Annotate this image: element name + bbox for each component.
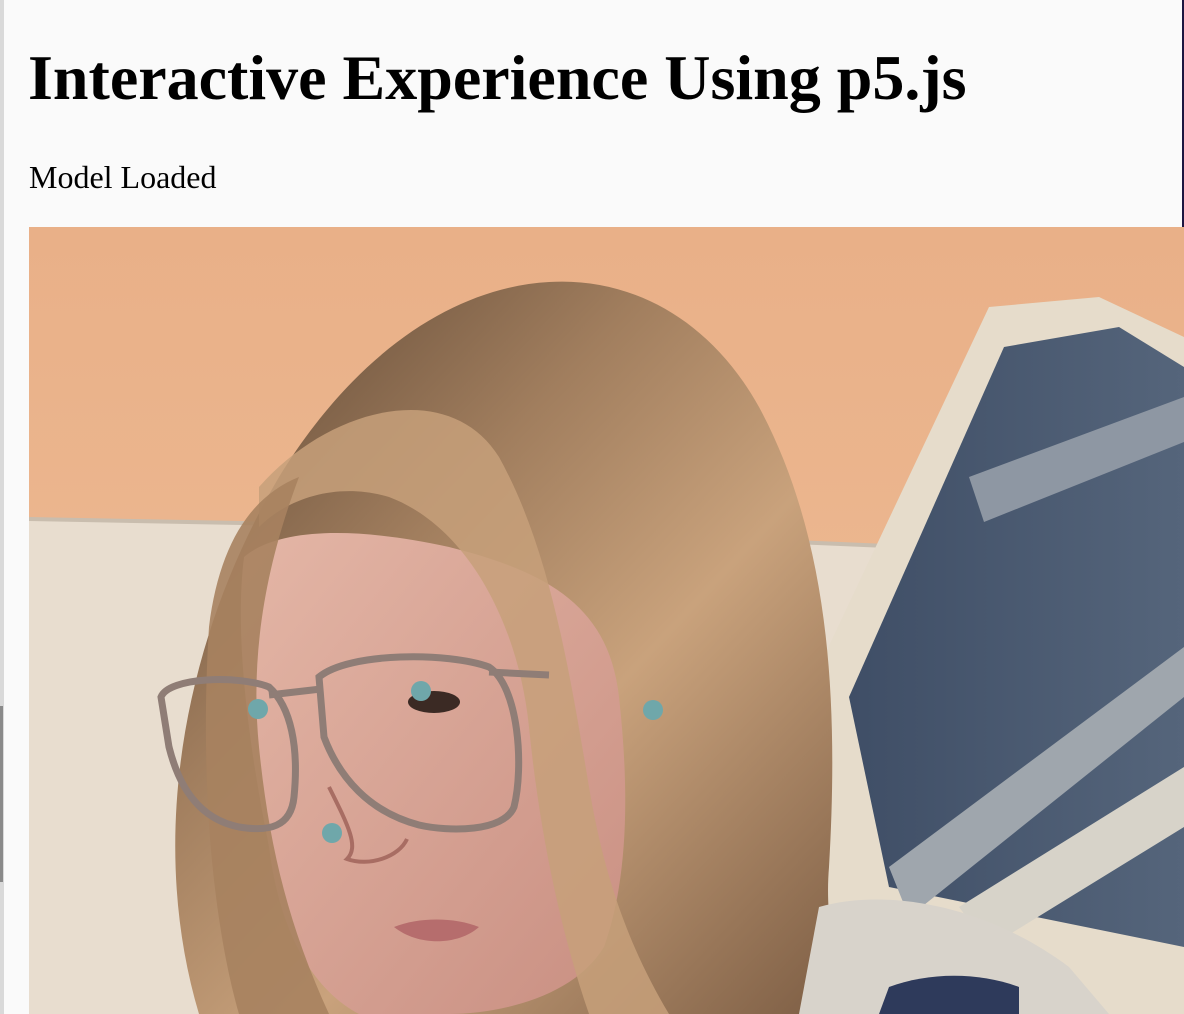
keypoint-left-eye bbox=[411, 681, 431, 701]
keypoint-left-ear bbox=[643, 700, 663, 720]
page: Interactive Experience Using p5.js Model… bbox=[0, 0, 1184, 1014]
p5-video-canvas[interactable] bbox=[29, 227, 1184, 1014]
keypoint-nose bbox=[322, 823, 342, 843]
keypoint-right-eye bbox=[248, 699, 268, 719]
page-title: Interactive Experience Using p5.js bbox=[28, 42, 967, 113]
model-status-text: Model Loaded bbox=[29, 159, 217, 195]
video-frame bbox=[29, 227, 1184, 1014]
window-edge-handle[interactable] bbox=[0, 706, 3, 882]
